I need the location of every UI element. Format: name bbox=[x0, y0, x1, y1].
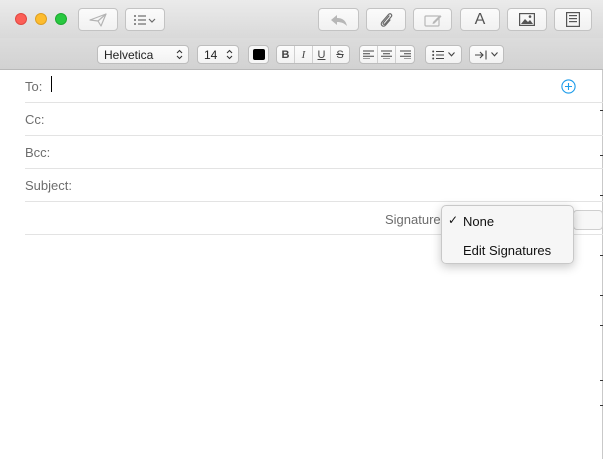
photo-browser-button[interactable] bbox=[507, 8, 547, 31]
text-color-well[interactable] bbox=[248, 45, 269, 64]
strikethrough-button[interactable]: S bbox=[331, 46, 349, 63]
align-right-button[interactable] bbox=[396, 46, 414, 63]
align-left-button[interactable] bbox=[360, 46, 378, 63]
subject-label: Subject: bbox=[25, 178, 72, 193]
indent-select[interactable] bbox=[469, 45, 504, 64]
font-family-select[interactable]: Helvetica bbox=[97, 45, 189, 64]
format-button[interactable]: A bbox=[460, 8, 500, 31]
send-icon bbox=[89, 12, 107, 27]
compose-window: A Helvetica 14 B I U S To: Cc: Bcc: Subj… bbox=[0, 0, 603, 459]
bcc-label: Bcc: bbox=[25, 145, 51, 160]
cc-field-row[interactable]: Cc: bbox=[25, 103, 603, 136]
checkmark-icon: ✓ bbox=[448, 213, 459, 227]
signature-menu-item-edit[interactable]: Edit Signatures bbox=[442, 238, 573, 262]
markup-button[interactable] bbox=[413, 8, 452, 31]
align-left-icon bbox=[363, 50, 374, 59]
indent-icon bbox=[475, 50, 487, 59]
stationery-button[interactable] bbox=[554, 8, 592, 31]
signature-menu: ✓ None Edit Signatures bbox=[441, 205, 574, 264]
text-style-group: B I U S bbox=[276, 45, 350, 64]
format-icon: A bbox=[474, 10, 486, 28]
title-bar: A bbox=[0, 0, 603, 38]
attachment-icon bbox=[380, 12, 393, 27]
zoom-window-button[interactable] bbox=[55, 13, 67, 25]
minimize-window-button[interactable] bbox=[35, 13, 47, 25]
align-right-icon bbox=[399, 50, 411, 59]
bold-button[interactable]: B bbox=[277, 46, 295, 63]
to-field-row[interactable]: To: bbox=[25, 70, 603, 103]
chevron-down-icon bbox=[491, 52, 498, 57]
header-fields-button[interactable] bbox=[125, 8, 165, 31]
menu-item-label: None bbox=[463, 214, 495, 229]
underline-button[interactable]: U bbox=[313, 46, 331, 63]
list-icon bbox=[432, 50, 444, 59]
font-family-value: Helvetica bbox=[104, 47, 154, 62]
send-button[interactable] bbox=[78, 8, 118, 31]
font-size-select[interactable]: 14 bbox=[197, 45, 239, 64]
header-fields-icon bbox=[134, 14, 156, 25]
subject-field-row[interactable]: Subject: bbox=[25, 169, 603, 202]
signature-label: Signature bbox=[385, 212, 441, 227]
stepper-icon bbox=[226, 49, 233, 60]
alignment-group bbox=[359, 45, 415, 64]
align-center-button[interactable] bbox=[378, 46, 396, 63]
signature-popup-button[interactable] bbox=[573, 210, 603, 230]
align-center-icon bbox=[381, 50, 392, 59]
cc-label: Cc: bbox=[25, 112, 45, 127]
italic-button[interactable]: I bbox=[295, 46, 313, 63]
close-window-button[interactable] bbox=[15, 13, 27, 25]
menu-item-label: Edit Signatures bbox=[463, 243, 552, 258]
photo-browser-icon bbox=[519, 13, 535, 26]
list-style-select[interactable] bbox=[425, 45, 462, 64]
signature-menu-item-none[interactable]: ✓ None bbox=[442, 209, 573, 233]
bcc-field-row[interactable]: Bcc: bbox=[25, 136, 603, 169]
font-size-value: 14 bbox=[204, 47, 218, 62]
reply-icon bbox=[330, 14, 347, 26]
add-contact-button[interactable] bbox=[561, 79, 576, 94]
stationery-icon bbox=[566, 12, 580, 27]
plus-circle-icon bbox=[561, 79, 576, 94]
to-label: To: bbox=[25, 79, 43, 94]
markup-icon bbox=[423, 14, 441, 27]
reply-button[interactable] bbox=[318, 8, 359, 31]
stepper-icon bbox=[176, 49, 183, 60]
attach-button[interactable] bbox=[366, 8, 406, 31]
text-color-swatch bbox=[252, 49, 265, 60]
chevron-down-icon bbox=[448, 52, 455, 57]
text-cursor bbox=[51, 76, 52, 92]
